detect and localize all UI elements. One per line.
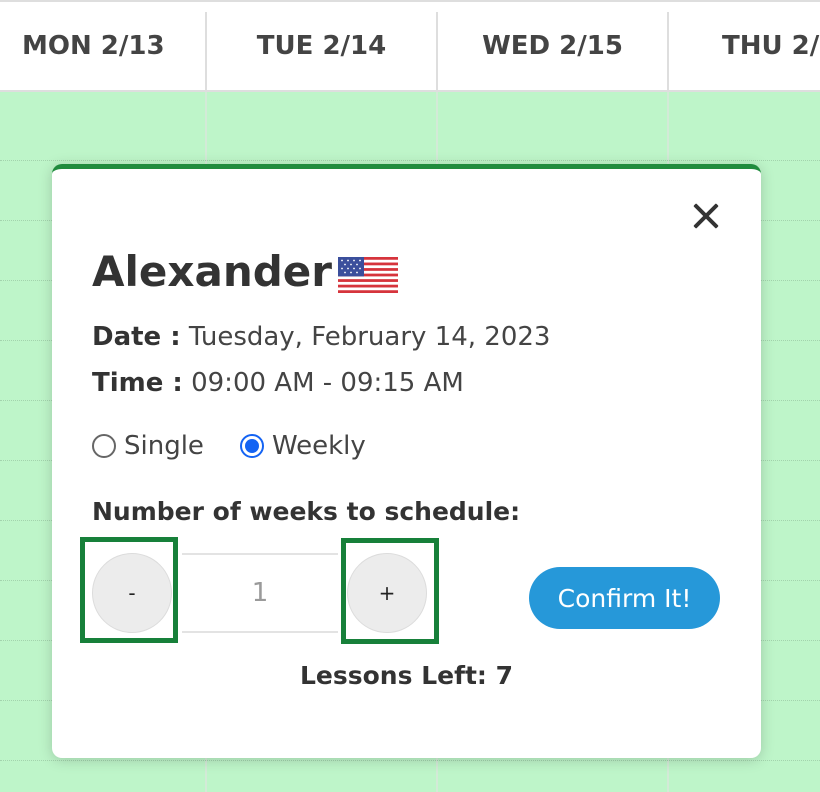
decrement-button[interactable]: - [92, 553, 172, 633]
header-divider [667, 12, 669, 90]
close-icon[interactable] [689, 199, 723, 233]
us-flag-icon [337, 256, 398, 293]
student-name: Alexander [92, 247, 332, 296]
radio-single-circle[interactable] [92, 434, 116, 458]
lesson-time: Time : 09:00 AM - 09:15 AM [92, 368, 464, 398]
date-label: Date : [92, 322, 181, 352]
lessons-left: Lessons Left: 7 [299, 661, 513, 690]
time-value: 09:00 AM - 09:15 AM [191, 368, 464, 398]
radio-weekly-circle[interactable] [239, 434, 264, 458]
schedule-type-group: Single Weekly [92, 431, 366, 461]
time-label: Time : [92, 368, 183, 398]
day-header-thu: THU 2/16 [722, 31, 820, 61]
radio-single[interactable]: Single [92, 431, 204, 461]
booking-modal: Alexander Date : Tuesday, February 14, 2… [52, 164, 761, 758]
header-divider [205, 12, 207, 90]
radio-weekly[interactable]: Weekly [239, 431, 366, 461]
radio-single-label: Single [124, 431, 204, 461]
grid-row-line [0, 760, 820, 761]
day-header-tue: TUE 2/14 [256, 31, 387, 61]
radio-weekly-label: Weekly [271, 431, 366, 461]
date-value: Tuesday, February 14, 2023 [188, 322, 551, 352]
student-header: Alexander [92, 247, 398, 296]
header-divider [436, 12, 438, 90]
calendar-header: MON 2/13 TUE 2/14 WED 2/15 THU 2/16 [0, 0, 820, 92]
increment-button[interactable]: + [347, 553, 427, 633]
confirm-button[interactable]: Confirm It! [529, 567, 720, 629]
day-header-mon: MON 2/13 [22, 31, 165, 61]
weeks-input[interactable] [182, 553, 338, 633]
grid-row-line [0, 160, 820, 161]
weeks-label: Number of weeks to schedule: [92, 497, 521, 526]
lesson-date: Date : Tuesday, February 14, 2023 [92, 322, 550, 352]
day-header-wed: WED 2/15 [482, 31, 623, 61]
